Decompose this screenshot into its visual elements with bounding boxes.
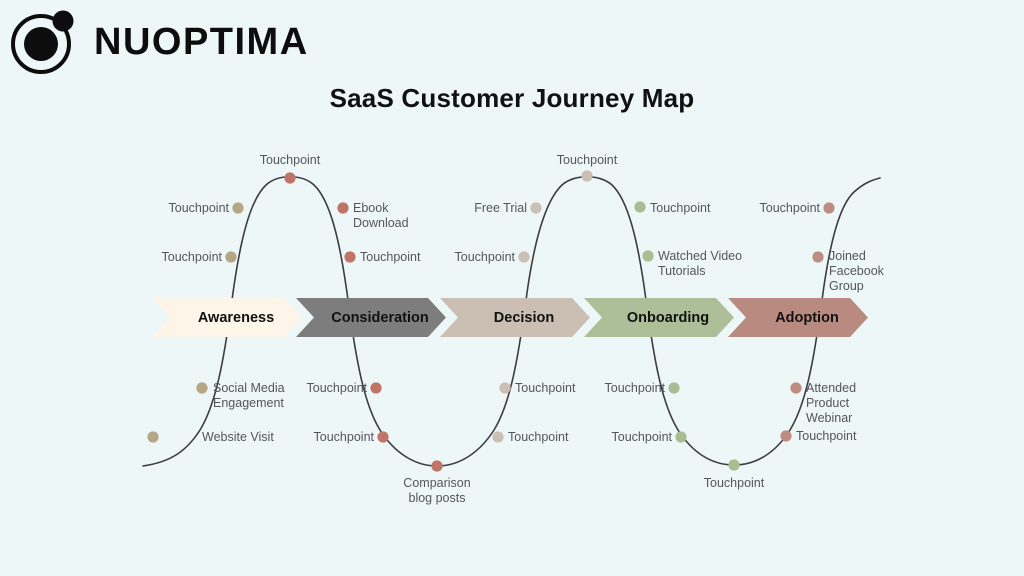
touchpoint-label: Touchpoint (508, 430, 569, 444)
touchpoint-dot[interactable] (337, 202, 349, 214)
touchpoint-dot[interactable] (812, 251, 824, 263)
touchpoint-label: Touchpoint (161, 250, 222, 264)
touchpoint-dot[interactable] (668, 382, 680, 394)
touchpoint-label: Free Trial (474, 201, 527, 215)
touchpoint-dot[interactable] (147, 431, 159, 443)
touchpoint-dot[interactable] (530, 202, 542, 214)
touchpoint-label: Touchpoint (611, 430, 672, 444)
touchpoint-dot[interactable] (370, 382, 382, 394)
touchpoint-dot[interactable] (823, 202, 835, 214)
touchpoint-dot[interactable] (344, 251, 356, 263)
touchpoint-dot[interactable] (581, 170, 593, 182)
stage-label-awareness: Awareness (197, 309, 275, 326)
touchpoint-label: Touchpoint (454, 250, 515, 264)
touchpoint-dot[interactable] (492, 431, 504, 443)
stage-label-adoption: Adoption (775, 309, 839, 326)
touchpoint-label: Touchpoint (650, 201, 711, 215)
touchpoint-dot[interactable] (431, 460, 443, 472)
touchpoint-label: Touchpoint (796, 429, 857, 443)
touchpoint-label: Ebook Download (353, 201, 409, 230)
touchpoint-label: Touchpoint (759, 201, 820, 215)
touchpoint-label: Touchpoint (515, 381, 576, 395)
touchpoint-dot[interactable] (232, 202, 244, 214)
touchpoint-label: Touchpoint (313, 430, 374, 444)
touchpoint-label: Watched Video Tutorials (658, 249, 743, 278)
touchpoint-dot[interactable] (196, 382, 208, 394)
touchpoint-dot[interactable] (377, 431, 389, 443)
touchpoint-dot[interactable] (642, 250, 654, 262)
touchpoint-label: Touchpoint (703, 476, 765, 490)
touchpoint-dot[interactable] (518, 251, 530, 263)
touchpoint-dot[interactable] (790, 382, 802, 394)
touchpoint-label: Touchpoint (306, 381, 367, 395)
stage-label-decision: Decision (493, 309, 555, 326)
touchpoint-dot[interactable] (284, 172, 296, 184)
touchpoint-label: Touchpoint (556, 153, 618, 167)
touchpoint-dot[interactable] (780, 430, 792, 442)
stage-label-onboarding: Onboarding (626, 309, 710, 326)
touchpoint-dot[interactable] (675, 431, 687, 443)
touchpoint-dot[interactable] (499, 382, 511, 394)
stage-label-consideration: Consideration (331, 309, 429, 326)
touchpoint-label: Joined Facebook Group (829, 249, 884, 293)
touchpoint-dot[interactable] (225, 251, 237, 263)
touchpoint-label: Touchpoint (360, 250, 421, 264)
touchpoint-label: Attended Product Webinar (806, 381, 857, 425)
touchpoint-dot[interactable] (634, 201, 646, 213)
touchpoint-label: Website Visit (202, 430, 274, 444)
touchpoint-label: Social Media Engagement (213, 381, 285, 410)
touchpoint-label: Touchpoint (259, 153, 321, 167)
touchpoint-dot[interactable] (728, 459, 740, 471)
touchpoint-label: Comparison blog posts (403, 476, 471, 505)
touchpoint-label: Touchpoint (604, 381, 665, 395)
touchpoint-label: Touchpoint (168, 201, 229, 215)
